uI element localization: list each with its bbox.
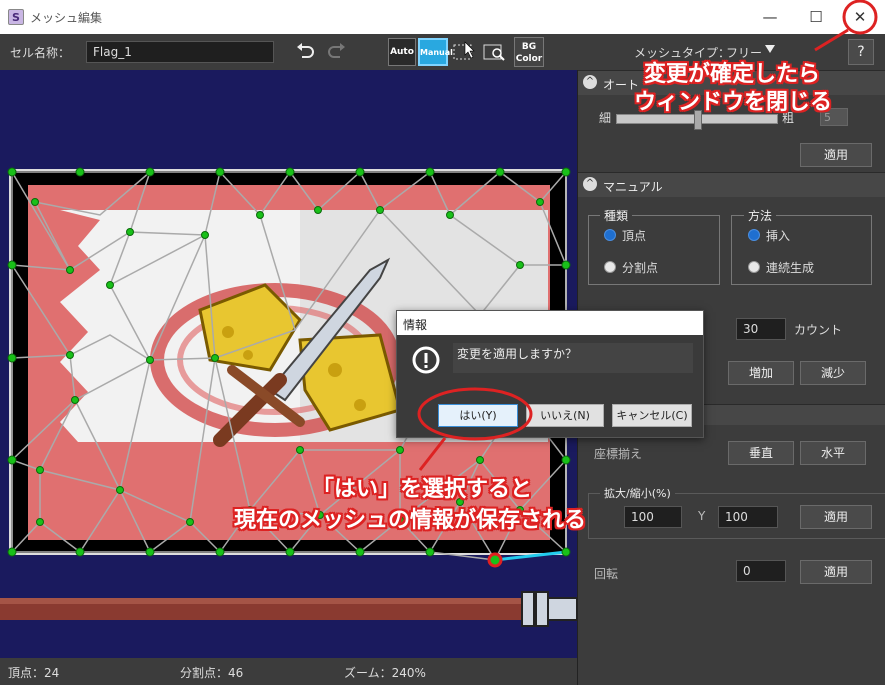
yes-pointer-line bbox=[418, 437, 447, 471]
close-highlight-circle bbox=[842, 0, 878, 35]
close-pointer-line bbox=[814, 28, 849, 52]
yes-note-line2: 現在のメッシュの情報が保存される bbox=[234, 508, 587, 533]
yes-note-line1: 「はい」を選択すると bbox=[312, 477, 533, 502]
yes-highlight-ellipse bbox=[417, 387, 533, 441]
close-note-line2: ウィンドウを閉じる bbox=[634, 90, 833, 115]
